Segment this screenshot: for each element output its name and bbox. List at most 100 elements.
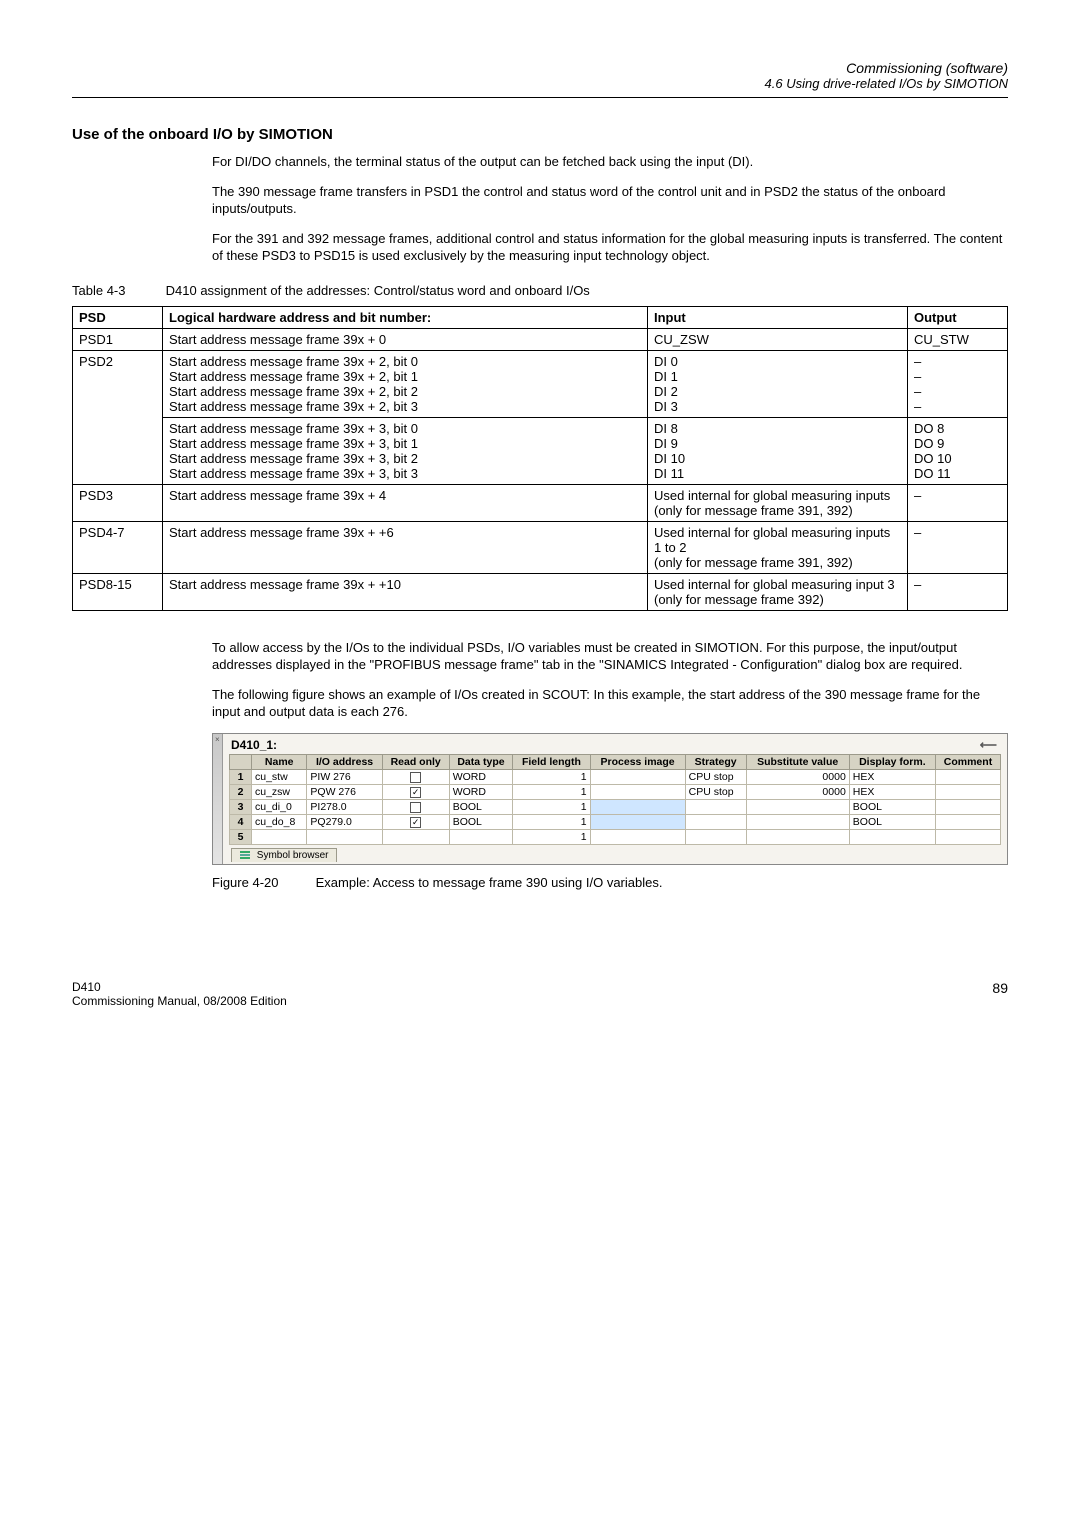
comment-cell[interactable] [935,799,1000,814]
name-cell[interactable]: cu_zsw [252,784,307,799]
col-st[interactable]: Strategy [685,754,746,769]
datatype-cell[interactable]: WORD [449,769,513,784]
rownum-cell[interactable]: 3 [230,799,252,814]
panel-title: D410_1: [231,738,277,752]
col-name[interactable]: Name [252,754,307,769]
panel-drag-bar[interactable]: × [213,734,223,864]
table-row: PSD1 Start address message frame 39x + 0… [73,328,1008,350]
col-addr: Logical hardware address and bit number: [163,306,648,328]
display-cell[interactable]: BOOL [849,814,935,829]
fieldlength-cell[interactable]: 1 [513,829,590,844]
readonly-cell[interactable]: ✓ [382,814,449,829]
subvalue-cell[interactable]: 0000 [746,784,849,799]
readonly-cell[interactable] [382,769,449,784]
line: (only for message frame 391, 392) [654,555,901,570]
table-caption: D410 assignment of the addresses: Contro… [166,283,590,298]
rownum-cell[interactable]: 2 [230,784,252,799]
readonly-cell[interactable]: ✓ [382,784,449,799]
subvalue-cell[interactable] [746,799,849,814]
line: DI 1 [654,369,901,384]
rownum-cell[interactable]: 5 [230,829,252,844]
section-heading: Use of the onboard I/O by SIMOTION [72,126,1008,143]
comment-cell[interactable] [935,814,1000,829]
name-cell[interactable]: cu_do_8 [252,814,307,829]
checkbox-icon[interactable]: ✓ [410,817,421,828]
datatype-cell[interactable]: BOOL [449,799,513,814]
readonly-cell[interactable] [382,799,449,814]
fieldlength-cell[interactable]: 1 [513,799,590,814]
processimage-cell[interactable] [590,799,685,814]
header-subtitle: 4.6 Using drive-related I/Os by SIMOTION [72,76,1008,91]
fieldlength-cell[interactable]: 1 [513,814,590,829]
paragraph: For the 391 and 392 message frames, addi… [212,230,1008,265]
fieldlength-cell[interactable]: 1 [513,769,590,784]
cell: Used internal for global measuring input… [648,484,908,521]
line: DO 8 [914,421,1001,436]
grid-row[interactable]: 4cu_do_8PQ279.0✓BOOL1BOOL [230,814,1001,829]
subvalue-cell[interactable]: 0000 [746,769,849,784]
col-sv[interactable]: Substitute value [746,754,849,769]
comment-cell[interactable] [935,829,1000,844]
col-df[interactable]: Display form. [849,754,935,769]
datatype-cell[interactable] [449,829,513,844]
col-ro[interactable]: Read only [382,754,449,769]
close-icon[interactable]: × [215,735,220,744]
col-io[interactable]: I/O address [307,754,382,769]
io-cell[interactable]: PQ279.0 [307,814,382,829]
arrow-left-icon[interactable]: ⟵ [980,738,1001,752]
subvalue-cell[interactable] [746,829,849,844]
io-cell[interactable]: PI278.0 [307,799,382,814]
strategy-cell[interactable] [685,814,746,829]
grid-row[interactable]: 2cu_zswPQW 276 ✓ WORD1 CPU stop0000HEX [230,784,1001,799]
processimage-cell[interactable] [590,814,685,829]
comment-cell[interactable] [935,769,1000,784]
io-variables-grid[interactable]: Name I/O address Read only Data type Fie… [229,754,1001,845]
datatype-cell[interactable]: BOOL [449,814,513,829]
grid-row[interactable]: 3cu_di_0PI278.0BOOL1BOOL [230,799,1001,814]
name-cell[interactable]: cu_di_0 [252,799,307,814]
comment-cell[interactable] [935,784,1000,799]
rownum-cell[interactable]: 4 [230,814,252,829]
name-cell[interactable]: cu_stw [252,769,307,784]
processimage-cell[interactable] [590,829,685,844]
io-cell[interactable] [307,829,382,844]
checkbox-icon[interactable]: ✓ [410,787,421,798]
grid-row[interactable]: 51 [230,829,1001,844]
strategy-cell[interactable] [685,799,746,814]
col-pi[interactable]: Process image [590,754,685,769]
tab-symbol-browser[interactable]: Symbol browser [231,848,337,862]
processimage-cell[interactable] [590,784,685,799]
strategy-cell[interactable]: CPU stop [685,769,746,784]
display-cell[interactable]: HEX [849,769,935,784]
col-dt[interactable]: Data type [449,754,513,769]
table-row: PSD8-15 Start address message frame 39x … [73,573,1008,610]
display-cell[interactable] [849,829,935,844]
fieldlength-cell[interactable]: 1 [513,784,590,799]
name-cell[interactable] [252,829,307,844]
rownum-cell[interactable]: 1 [230,769,252,784]
strategy-cell[interactable] [685,829,746,844]
checkbox-icon[interactable] [410,772,421,783]
line: Used internal for global measuring input… [654,488,901,503]
line: Used internal for global measuring input… [654,525,901,555]
cell: DI 8 DI 9 DI 10 DI 11 [648,417,908,484]
checkbox-icon[interactable] [410,802,421,813]
io-cell[interactable]: PQW 276 [307,784,382,799]
line: Start address message frame 39x + 2, bit… [169,354,641,369]
cell: Used internal for global measuring input… [648,521,908,573]
cell: CU_ZSW [648,328,908,350]
line: – [914,354,1001,369]
processimage-cell[interactable] [590,769,685,784]
subvalue-cell[interactable] [746,814,849,829]
display-cell[interactable]: HEX [849,784,935,799]
readonly-cell[interactable] [382,829,449,844]
display-cell[interactable]: BOOL [849,799,935,814]
datatype-cell[interactable]: WORD [449,784,513,799]
col-fl[interactable]: Field length [513,754,590,769]
line: Start address message frame 39x + 2, bit… [169,369,641,384]
io-cell[interactable]: PIW 276 [307,769,382,784]
line: Start address message frame 39x + 3, bit… [169,436,641,451]
grid-row[interactable]: 1cu_stwPIW 276WORD1CPU stop0000HEX [230,769,1001,784]
col-cm[interactable]: Comment [935,754,1000,769]
strategy-cell[interactable]: CPU stop [685,784,746,799]
